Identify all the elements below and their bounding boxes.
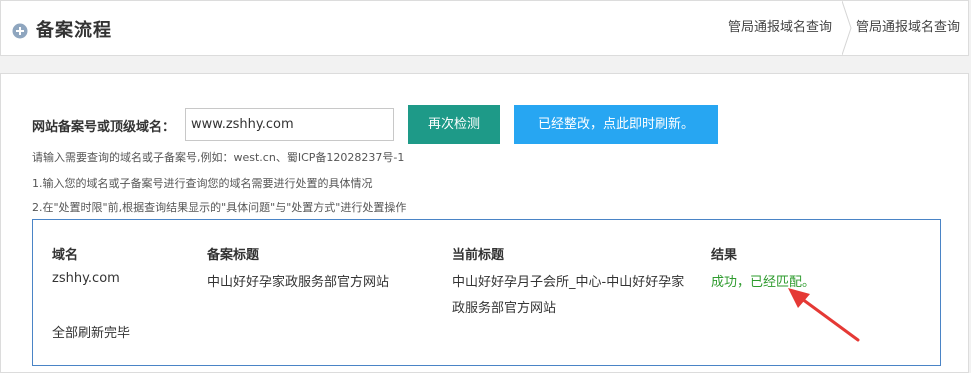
recheck-button[interactable]: 再次检测 <box>408 105 500 144</box>
chevron-right-icon <box>841 1 852 55</box>
domain-field-label: 网站备案号或顶级域名： <box>32 120 176 135</box>
cell-current-title-line2: 政服务部官方网站 <box>452 301 557 316</box>
cell-record-title: 中山好好孕家政服务部官方网站 <box>207 275 390 290</box>
page-title: 备案流程 <box>36 20 112 41</box>
column-header-record-title: 备案标题 <box>207 248 260 263</box>
red-arrow-icon <box>788 288 860 342</box>
column-header-domain: 域名 <box>52 248 79 263</box>
plus-circle-icon <box>12 23 28 39</box>
cell-domain: zshhy.com <box>52 271 120 286</box>
hint-step-1: 1.输入您的域名或子备案号进行查询您的域名需要进行处置的具体情况 <box>32 177 373 190</box>
refresh-complete-status: 全部刷新完毕 <box>52 326 131 341</box>
hint-example: 请输入需要查询的域名或子备案号,例如：west.cn、蜀ICP备12028237… <box>32 151 405 164</box>
breadcrumb-item-1[interactable]: 管局通报域名查询 <box>714 1 842 55</box>
column-header-current-title: 当前标题 <box>452 248 505 263</box>
column-header-result: 结果 <box>711 248 738 263</box>
page-header: 备案流程 管局通报域名查询 管局通报域名查询 <box>0 0 969 56</box>
breadcrumb-item-2[interactable]: 管局通报域名查询 <box>852 1 968 55</box>
refresh-button[interactable]: 已经整改，点此即时刷新。 <box>514 105 718 144</box>
hint-step-2: 2.在"处置时限"前,根据查询结果显示的"具体问题"与"处置方式"进行处置操作 <box>32 201 407 214</box>
domain-input[interactable] <box>185 108 394 141</box>
cell-current-title-line1: 中山好好孕月子会所_中心-中山好好孕家 <box>452 275 685 290</box>
breadcrumb: 管局通报域名查询 管局通报域名查询 <box>714 1 968 55</box>
